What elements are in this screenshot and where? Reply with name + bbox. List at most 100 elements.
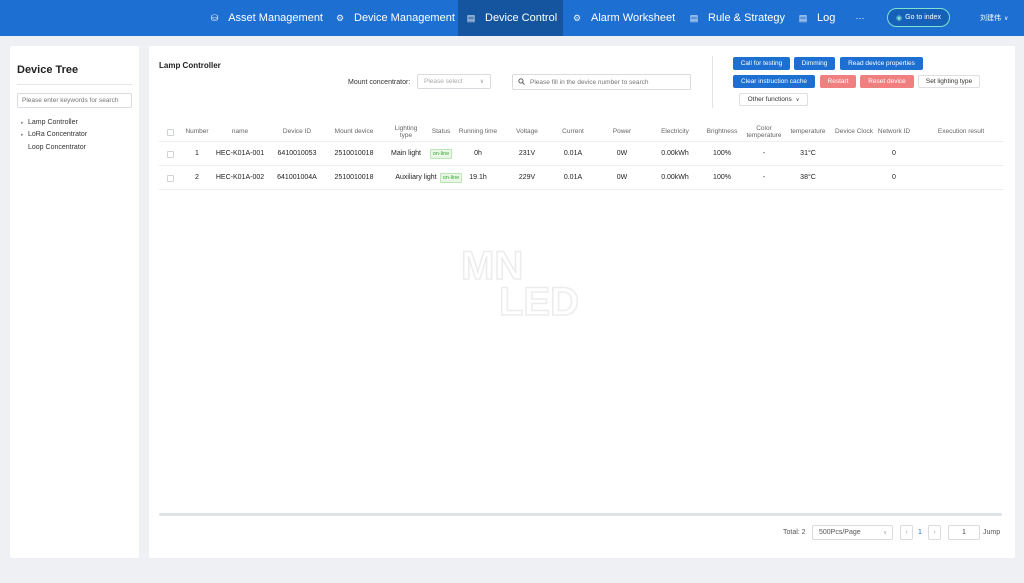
- cell-voltage: 229V: [518, 173, 536, 181]
- mount-concentrator-label: Mount concentrator:: [348, 79, 411, 86]
- cell-electricity: 0.00kWh: [661, 173, 689, 181]
- device-tree-panel: Device Tree ▸ Lamp Controller ▸ LoRa Con…: [10, 46, 139, 558]
- nav-item-label: Rule & Strategy: [708, 12, 786, 24]
- user-menu[interactable]: 刘建伟 ∨: [980, 0, 1008, 36]
- caret-right-icon[interactable]: ▸: [21, 120, 28, 126]
- row-select-cell: [163, 142, 177, 166]
- cell-execution-result: [929, 166, 993, 190]
- prev-page-button[interactable]: ‹: [900, 525, 913, 540]
- select-all-cell: [163, 122, 177, 142]
- page-size-select[interactable]: 500Pcs/Page ∨: [812, 525, 893, 540]
- tree-item-lora-concentrator[interactable]: ▸ LoRa Concentrator: [21, 131, 87, 138]
- column-header-device-id[interactable]: Device ID: [273, 122, 321, 142]
- call-for-testing-button[interactable]: Call for testing: [733, 57, 790, 70]
- column-header-execution-result[interactable]: Execution result: [929, 122, 993, 142]
- watermark-text-bottom: LED: [499, 280, 579, 321]
- nav-item-device-control[interactable]: ▤ Device Control: [458, 0, 563, 36]
- tree-item-label: Loop Concentrator: [28, 144, 86, 151]
- column-header-brightness[interactable]: Brightness: [701, 122, 743, 142]
- cell-mount-device: 2510010018: [334, 173, 374, 181]
- tree-item-lamp-controller[interactable]: ▸ Lamp Controller: [21, 119, 78, 126]
- nav-more-button[interactable]: ···: [852, 0, 868, 36]
- nav-item-label: Device Management: [354, 12, 455, 24]
- cell-color-temperature: -: [762, 149, 766, 157]
- next-page-button[interactable]: ›: [928, 525, 941, 540]
- divider: [17, 84, 132, 85]
- cell-device-id: 6410010053: [277, 149, 317, 157]
- other-functions-dropdown[interactable]: Other functions ∨: [739, 93, 808, 106]
- page-title: Lamp Controller: [159, 61, 221, 70]
- nav-item-asset-management[interactable]: ⛁ Asset Management: [203, 0, 323, 36]
- mount-concentrator-select[interactable]: Please select ∨: [417, 74, 491, 89]
- nav-item-device-management[interactable]: ⚙ Device Management: [328, 0, 456, 36]
- column-header-temperature[interactable]: temperature: [786, 122, 830, 142]
- cell-device-clock: [832, 142, 876, 166]
- column-header-running-time[interactable]: Running time: [456, 122, 500, 142]
- table-row[interactable]: 2 HEC-K01A-002 641001004A 2510010018 Aux…: [159, 166, 1004, 190]
- cell-current: 0.01A: [563, 173, 583, 181]
- cell-brightness: 100%: [713, 149, 731, 157]
- select-all-checkbox[interactable]: [166, 128, 174, 136]
- table-header: Number name Device ID Mount device Light…: [159, 122, 1004, 142]
- jump-label[interactable]: Jump: [983, 529, 1000, 536]
- column-header-lighting-type[interactable]: Lighting type: [388, 122, 424, 142]
- user-name: 刘建伟: [980, 15, 1001, 22]
- nav-item-label: Device Control: [485, 12, 558, 24]
- nav-item-label: Asset Management: [228, 12, 323, 24]
- column-header-name[interactable]: name: [217, 122, 263, 142]
- cell-device-clock: [832, 166, 876, 190]
- mount-concentrator-placeholder: Please select: [424, 78, 463, 85]
- device-tree-search-input[interactable]: [17, 93, 132, 108]
- status-badge: on-line: [429, 148, 453, 160]
- chevron-down-icon: ∨: [883, 529, 887, 536]
- column-header-power[interactable]: Power: [604, 122, 640, 142]
- chevron-down-icon: ∨: [1004, 15, 1009, 22]
- go-to-index-button[interactable]: ◉ Go to index: [887, 8, 950, 27]
- column-header-device-clock[interactable]: Device Clock: [832, 122, 876, 142]
- nav-item-alarm-worksheet[interactable]: ⚙ Alarm Worksheet: [565, 0, 680, 36]
- row-checkbox[interactable]: [166, 150, 174, 158]
- cell-name: HEC-K01A-001: [215, 149, 265, 157]
- device-search-box[interactable]: [512, 74, 691, 90]
- column-header-color-temperature[interactable]: Color temperature: [743, 122, 785, 142]
- nav-item-log[interactable]: ▤ Log: [792, 0, 842, 36]
- column-header-status[interactable]: Status: [426, 122, 456, 142]
- nav-item-rule-strategy[interactable]: ▤ Rule & Strategy: [683, 0, 788, 36]
- cell-lighting-type: Auxiliary light: [395, 173, 437, 181]
- gear-icon: ⚙: [335, 12, 345, 23]
- cell-lighting-type: Main light: [391, 149, 421, 157]
- column-header-mount-device[interactable]: Mount device: [328, 122, 380, 142]
- cell-execution-result: [929, 142, 993, 166]
- restart-button[interactable]: Restart: [820, 75, 856, 88]
- dimming-button[interactable]: Dimming: [794, 57, 835, 70]
- cell-temperature: 38°C: [800, 173, 816, 181]
- cell-status: on-line: [426, 142, 456, 166]
- main-panel: Lamp Controller Mount concentrator: Plea…: [149, 46, 1015, 558]
- column-header-number[interactable]: Number: [180, 122, 214, 142]
- cell-mount-device: 2510010018: [334, 149, 374, 157]
- set-lighting-type-button[interactable]: Set lighting type: [918, 75, 980, 88]
- table-row[interactable]: 1 HEC-K01A-001 6410010053 2510010018 Mai…: [159, 142, 1004, 166]
- column-header-voltage[interactable]: Voltage: [509, 122, 545, 142]
- page-size-value: 500Pcs/Page: [819, 529, 861, 536]
- cell-name: HEC-K01A-002: [215, 173, 265, 181]
- column-header-electricity[interactable]: Electricity: [652, 122, 698, 142]
- row-checkbox[interactable]: [166, 174, 174, 182]
- read-device-properties-button[interactable]: Read device properties: [840, 57, 923, 70]
- tree-item-loop-concentrator[interactable]: Loop Concentrator: [21, 144, 86, 151]
- column-header-network-id[interactable]: Network ID: [876, 122, 912, 142]
- horizontal-scrollbar[interactable]: [159, 513, 1002, 516]
- column-header-current[interactable]: Current: [553, 122, 593, 142]
- caret-right-icon[interactable]: ▸: [21, 132, 28, 138]
- cell-running-time: 0h: [474, 149, 482, 157]
- go-to-index-label: Go to index: [905, 14, 941, 21]
- clear-instruction-cache-button[interactable]: Clear instruction cache: [733, 75, 815, 88]
- current-page-number[interactable]: 1: [915, 525, 925, 540]
- reset-device-button[interactable]: Reset device: [860, 75, 914, 88]
- device-search-input[interactable]: [530, 78, 680, 86]
- cell-electricity: 0.00kWh: [661, 149, 689, 157]
- document-icon: ▤: [466, 12, 476, 23]
- cell-number: 1: [195, 149, 199, 157]
- jump-page-input[interactable]: 1: [948, 525, 980, 540]
- cell-number: 2: [195, 173, 199, 181]
